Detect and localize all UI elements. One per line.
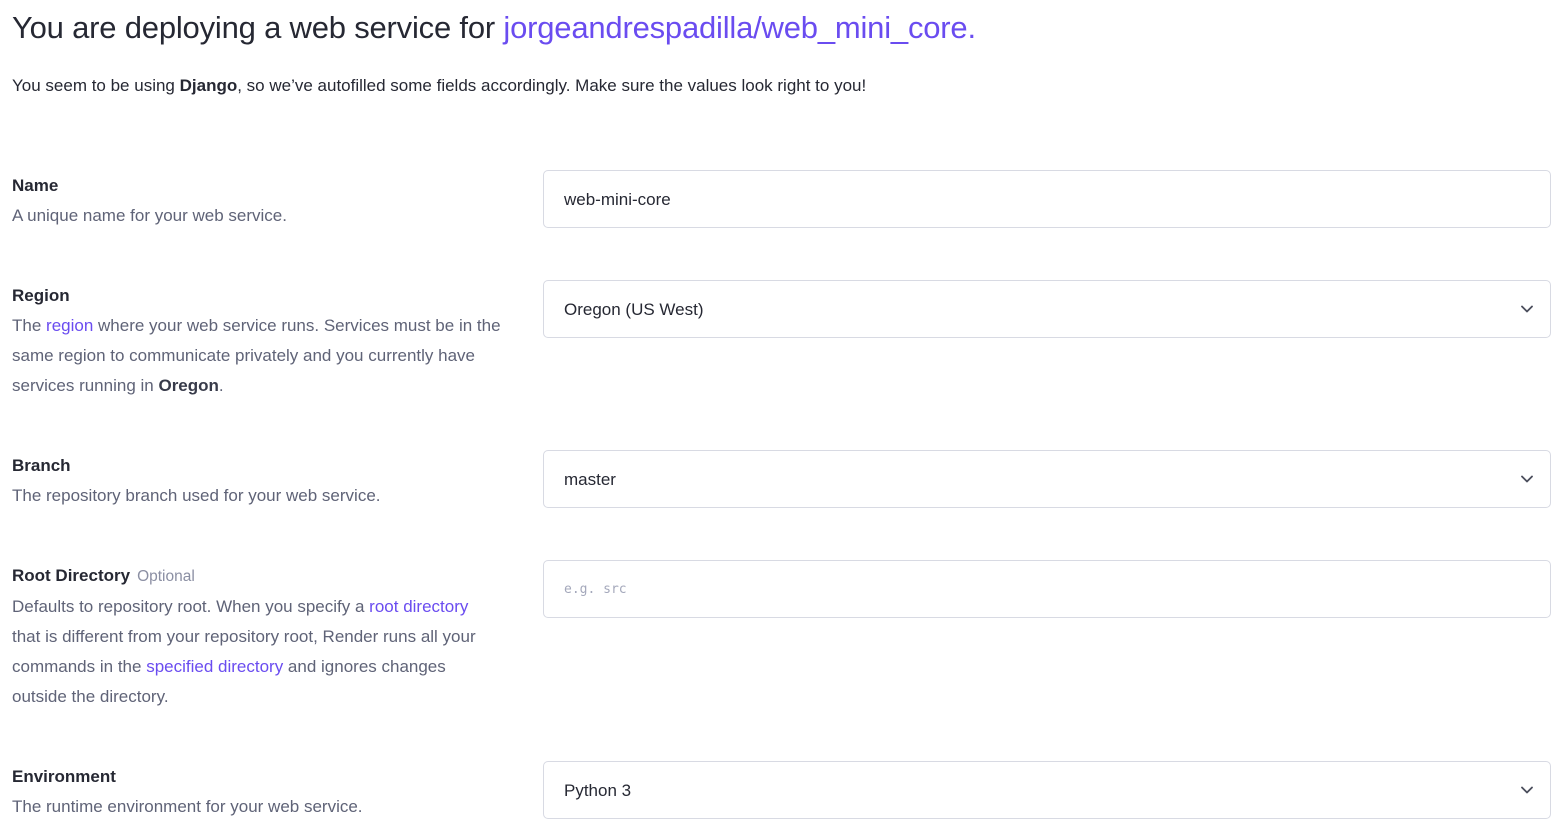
root-directory-label-group: Root Directory Optional Defaults to repos… xyxy=(12,561,492,712)
repo-link[interactable]: jorgeandrespadilla/web_mini_core. xyxy=(503,10,976,45)
root-directory-docs-link[interactable]: root directory xyxy=(369,597,468,616)
chevron-down-icon xyxy=(1521,786,1533,794)
region-label-group: Region The region where your web service… xyxy=(12,281,502,401)
root-directory-label-text: Root Directory xyxy=(12,566,131,585)
root-directory-input[interactable]: e.g. src xyxy=(543,560,1551,618)
region-desc-text: The xyxy=(12,316,47,335)
region-desc-text: . xyxy=(218,376,224,395)
region-current: Oregon xyxy=(158,376,219,395)
framework-name: Django xyxy=(179,76,238,95)
root-directory-description: Defaults to repository root. When you sp… xyxy=(12,592,492,712)
region-select-value: Oregon (US West) xyxy=(564,300,704,319)
autofill-notice: You seem to be using Django, so we’ve au… xyxy=(12,73,866,99)
branch-description: The repository branch used for your web … xyxy=(12,486,381,505)
branch-label: Branch xyxy=(12,456,71,475)
intro-text-after: , so we’ve autofilled some fields accord… xyxy=(237,76,867,95)
environment-select[interactable]: Python 3 xyxy=(543,761,1551,819)
page-title-prefix: You are deploying a web service for xyxy=(12,10,504,45)
region-label: Region xyxy=(12,286,70,305)
region-docs-link[interactable]: region xyxy=(46,316,93,335)
optional-tag: Optional xyxy=(137,568,195,585)
name-input[interactable]: web-mini-core xyxy=(543,170,1551,228)
page-title: You are deploying a web service for jorg… xyxy=(12,8,976,48)
chevron-down-icon xyxy=(1521,475,1533,483)
branch-select-value: master xyxy=(564,470,616,489)
root-directory-desc-text: Defaults to repository root. When you sp… xyxy=(12,597,370,616)
name-label: Name xyxy=(12,176,59,195)
intro-text-before: You seem to be using xyxy=(12,76,180,95)
environment-label-group: Environment The runtime environment for … xyxy=(12,762,512,822)
name-description: A unique name for your web service. xyxy=(12,206,287,225)
root-directory-label: Root Directory Optional xyxy=(12,561,492,592)
branch-label-group: Branch The repository branch used for yo… xyxy=(12,451,512,511)
environment-select-value: Python 3 xyxy=(564,781,632,800)
name-input-value: web-mini-core xyxy=(564,190,671,209)
chevron-down-icon xyxy=(1521,305,1533,313)
region-description: The region where your web service runs. … xyxy=(12,311,502,401)
region-select[interactable]: Oregon (US West) xyxy=(543,280,1551,338)
name-label-group: Name A unique name for your web service. xyxy=(12,171,512,231)
branch-select[interactable]: master xyxy=(543,450,1551,508)
environment-label: Environment xyxy=(12,767,116,786)
root-directory-placeholder: e.g. src xyxy=(564,582,627,597)
environment-description: The runtime environment for your web ser… xyxy=(12,797,363,816)
specified-directory-link[interactable]: specified directory xyxy=(146,657,283,676)
